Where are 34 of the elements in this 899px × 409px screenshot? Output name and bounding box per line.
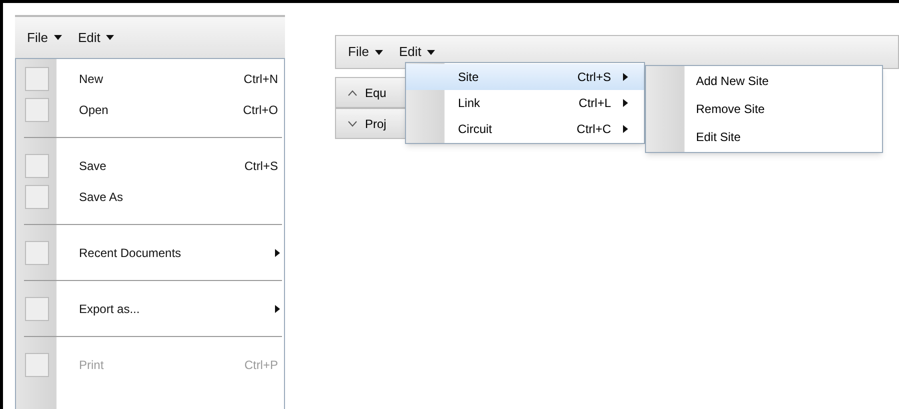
menu-item[interactable]: Add New Site (646, 67, 882, 95)
checkbox-icon (25, 154, 49, 178)
caret-icon (427, 50, 436, 54)
menu-item[interactable]: Save Ctrl+S (16, 150, 284, 181)
caret-icon (54, 35, 62, 40)
menu-item[interactable]: New Ctrl+N (16, 63, 284, 94)
menu-item[interactable]: Edit Site (646, 123, 882, 151)
menu-item[interactable]: Recent Documents (16, 237, 284, 268)
chevron-up-icon (348, 90, 357, 96)
submenu-arrow-icon (623, 125, 628, 133)
menu-button[interactable]: Edit (78, 28, 114, 48)
menu-button[interactable]: File (348, 42, 383, 62)
menu-button[interactable]: Edit (398, 42, 436, 62)
caret-icon (374, 50, 383, 54)
submenu-arrow-icon (623, 99, 628, 107)
menu-item[interactable]: Open Ctrl+O (16, 94, 284, 125)
menu-item[interactable]: Save As (16, 181, 284, 212)
checkbox-icon (25, 98, 49, 122)
checkbox-icon (25, 352, 49, 376)
menu-item[interactable]: Link Ctrl+L (406, 90, 644, 116)
menu-item[interactable]: Remove Site (646, 95, 882, 123)
checkbox-icon (25, 296, 49, 320)
submenu-arrow-icon (275, 304, 280, 312)
checkbox-icon (25, 240, 49, 264)
checkbox-icon (25, 184, 49, 208)
submenu-arrow-icon (623, 73, 628, 81)
chevron-down-icon (348, 120, 357, 126)
checkbox-icon (25, 66, 49, 90)
menu-item[interactable]: Circuit Ctrl+C (406, 116, 644, 142)
menu-item[interactable]: Site Ctrl+S (406, 64, 644, 90)
menu-button[interactable]: File (27, 28, 62, 48)
caret-icon (106, 35, 114, 40)
submenu-arrow-icon (275, 248, 280, 256)
menu-item[interactable]: Export as... (16, 293, 284, 324)
